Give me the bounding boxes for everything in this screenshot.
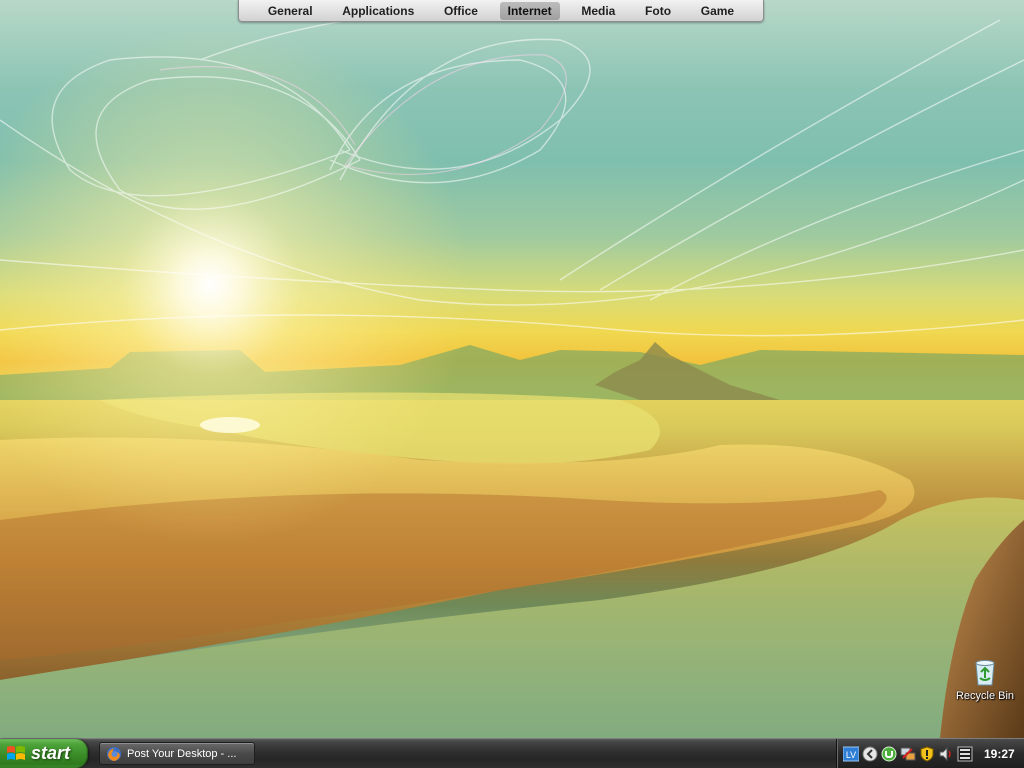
firefox-icon (106, 746, 122, 762)
menu-item-foto[interactable]: Foto (637, 2, 679, 20)
clock[interactable]: 19:27 (984, 747, 1015, 761)
top-menu-bar: General Applications Office Internet Med… (238, 0, 764, 22)
volume-icon[interactable] (938, 746, 954, 762)
recycle-bin-icon (969, 656, 1001, 688)
bars-icon[interactable] (957, 746, 973, 762)
desktop-wallpaper (0, 0, 1024, 738)
menu-item-internet[interactable]: Internet (499, 1, 560, 20)
windows-logo-icon (6, 744, 26, 764)
menu-item-general[interactable]: General (260, 2, 321, 20)
lv-icon-text: LV (846, 750, 856, 760)
taskbar-button-label: Post Your Desktop - ... (127, 747, 237, 760)
menu-item-game[interactable]: Game (693, 2, 742, 20)
menu-item-media[interactable]: Media (573, 2, 623, 20)
utorrent-icon[interactable] (881, 746, 897, 762)
network-icon[interactable] (900, 746, 916, 762)
desktop-icon-recycle-bin[interactable]: Recycle Bin (952, 656, 1018, 702)
taskbar: start Post Your Desktop - ... LV 19:27 (0, 738, 1024, 768)
menu-item-office[interactable]: Office (436, 2, 486, 20)
taskbar-button-firefox[interactable]: Post Your Desktop - ... (99, 742, 255, 765)
start-label: start (31, 743, 71, 763)
start-button[interactable]: start (0, 739, 88, 768)
menu-item-applications[interactable]: Applications (334, 2, 422, 20)
recycle-bin-label: Recycle Bin (955, 690, 1015, 702)
back-arrow-icon[interactable] (862, 746, 878, 762)
wallpaper-landscape (0, 9, 1024, 738)
shield-icon[interactable] (919, 745, 935, 762)
lv-icon[interactable]: LV (842, 746, 860, 762)
system-tray: LV 19:27 (836, 739, 1024, 768)
